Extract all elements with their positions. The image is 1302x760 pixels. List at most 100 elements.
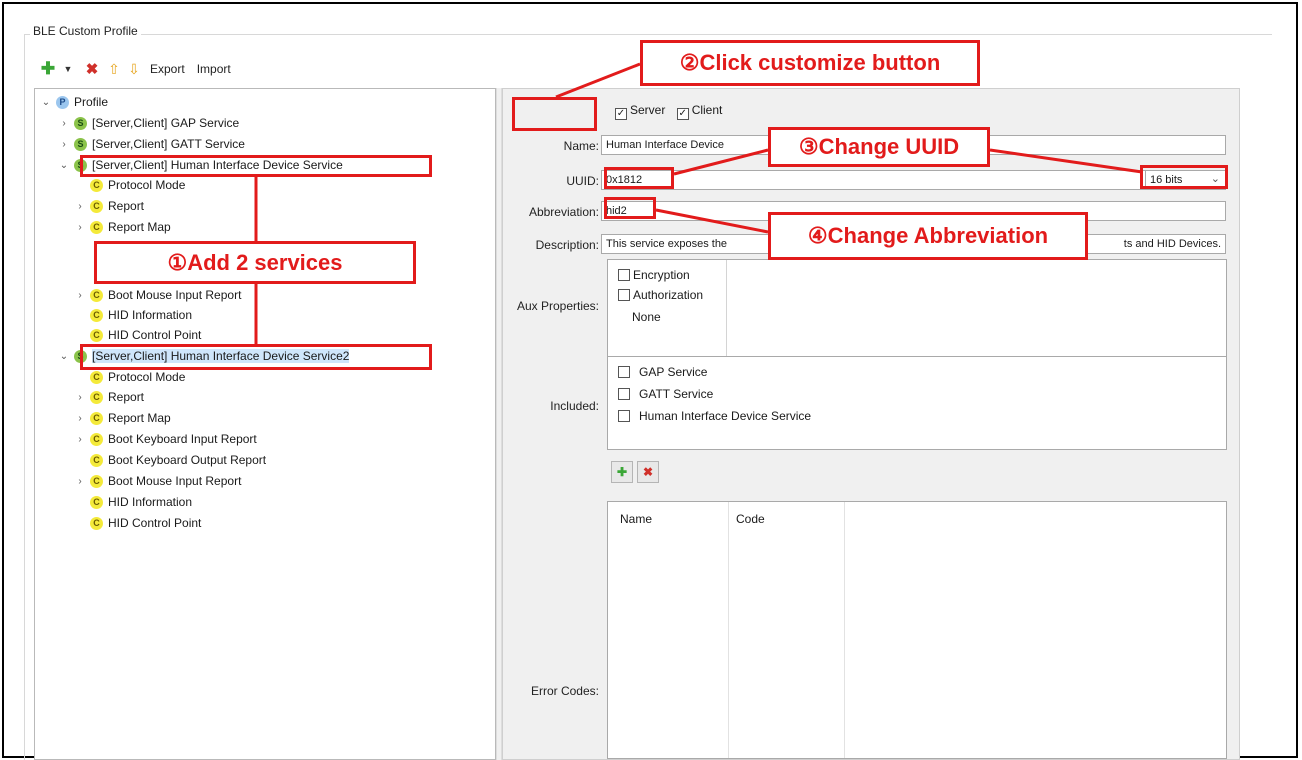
encryption-checkbox[interactable] [618,269,630,281]
authorization-option[interactable]: Authorization [618,288,703,302]
characteristic-badge-icon: C [90,199,103,213]
add-error-code-button[interactable]: ✚ [611,461,633,483]
highlight-uuid-field [604,167,674,189]
tree-node-characteristic[interactable]: › C Boot Keyboard Input Report [73,429,257,449]
characteristic-badge-icon: C [90,370,103,384]
tree-label: Boot Mouse Input Report [108,288,242,302]
arrow-up-icon[interactable]: ⇧ [106,60,122,78]
column-header-code[interactable]: Code [736,512,765,526]
profile-tree[interactable]: ⌄ P Profile › S [Server,Client] GAP Serv… [34,88,496,760]
collapse-icon[interactable]: › [57,139,71,150]
included-item[interactable]: Human Interface Device Service [618,409,811,423]
tree-label: [Server,Client] GATT Service [92,137,245,151]
tree-node-characteristic[interactable]: › C Boot Mouse Input Report [73,471,241,491]
tree-node-gap-service[interactable]: › S [Server,Client] GAP Service [57,113,239,133]
tree-label: Boot Keyboard Output Report [108,453,267,467]
included-checkbox[interactable] [618,366,630,378]
description-text-start: This service exposes the [606,238,728,250]
export-button[interactable]: Export [146,62,189,76]
collapse-icon[interactable]: › [57,118,71,129]
expand-icon[interactable]: ⌄ [57,160,71,171]
characteristic-badge-icon: C [90,328,103,342]
delete-icon[interactable]: ✖ [84,60,100,78]
server-client-checkboxes: ✓ Server ✓ Client [615,103,722,120]
tree-node-characteristic[interactable]: › C Report [73,196,144,216]
tree-label: Protocol Mode [108,370,186,384]
collapse-icon[interactable]: › [73,222,87,233]
expand-icon[interactable]: ⌄ [57,351,71,362]
tree-label: Boot Keyboard Input Report [108,432,257,446]
uuid-field[interactable]: 0x1812 [601,170,1226,190]
arrow-down-icon[interactable]: ⇩ [126,60,142,78]
callout-uuid: ③Change UUID [768,127,990,167]
column-divider [728,502,729,758]
included-item-label: Human Interface Device Service [639,409,812,423]
characteristic-badge-icon: C [90,474,103,488]
server-checkbox[interactable]: ✓ [615,108,627,120]
import-button[interactable]: Import [193,62,235,76]
tree-label: Report Map [108,411,171,425]
characteristic-badge-icon: C [90,516,103,530]
collapse-icon[interactable]: › [73,201,87,212]
tree-label: Boot Mouse Input Report [108,474,242,488]
included-item[interactable]: GATT Service [618,387,713,401]
tree-node-characteristic[interactable]: C HID Control Point [87,325,201,345]
included-checkbox[interactable] [618,388,630,400]
tree-node-characteristic[interactable]: › C Boot Mouse Input Report [73,285,241,305]
tree-label: Report [108,199,145,213]
characteristic-badge-icon: C [90,390,103,404]
tree-node-profile[interactable]: ⌄ P Profile [39,92,108,112]
client-checkbox[interactable]: ✓ [676,108,689,120]
collapse-icon[interactable]: › [73,476,87,487]
included-label: Included: [550,399,599,413]
highlight-hid-service [80,155,432,177]
collapse-icon[interactable]: › [73,290,87,301]
tree-node-characteristic[interactable]: › C Report [73,387,144,407]
group-title: BLE Custom Profile [30,24,141,38]
highlight-uuid-size [1140,165,1228,189]
expand-icon[interactable]: ⌄ [39,97,53,108]
column-header-name[interactable]: Name [620,512,652,526]
tree-node-characteristic[interactable]: C HID Information [87,305,192,325]
service-badge-icon: S [74,116,87,130]
tree-label: [Server,Client] GAP Service [92,116,240,130]
collapse-icon[interactable]: › [73,392,87,403]
tree-node-characteristic[interactable]: › C Report Map [73,408,171,428]
characteristic-badge-icon: C [90,495,103,509]
tree-node-characteristic[interactable]: C Protocol Mode [87,367,185,387]
chevron-down-icon[interactable]: ▼ [60,60,76,78]
tree-label: Report Map [108,220,171,234]
delete-error-code-button[interactable]: ✖ [637,461,659,483]
characteristic-badge-icon: C [90,178,103,192]
callout-add-services: ①Add 2 services [94,241,416,284]
tree-node-characteristic[interactable]: C Boot Keyboard Output Report [87,450,266,470]
included-item-label: GAP Service [639,365,708,379]
profile-badge-icon: P [56,95,69,109]
tree-label: Protocol Mode [108,178,186,192]
characteristic-badge-icon: C [90,308,103,322]
included-item[interactable]: GAP Service [618,365,707,379]
collapse-icon[interactable]: › [73,413,87,424]
aux-none-label: None [632,310,661,324]
collapse-icon[interactable]: › [73,434,87,445]
tree-node-characteristic[interactable]: › C Report Map [73,217,171,237]
plus-icon[interactable]: ✚ [40,59,56,78]
characteristic-badge-icon: C [90,411,103,425]
toolbar: ✚ ▼ ✖ ⇧ ⇩ Export Import [40,58,235,80]
encryption-option[interactable]: Encryption [618,268,690,282]
characteristic-badge-icon: C [90,432,103,446]
description-text-end: ts and HID Devices. [1123,238,1221,250]
error-codes-label: Error Codes: [530,684,599,698]
tree-node-characteristic[interactable]: C HID Control Point [87,513,201,533]
client-label: Client [691,103,723,117]
error-codes-table[interactable]: Name Code [607,501,1227,759]
tree-node-characteristic[interactable]: C HID Information [87,492,192,512]
tree-node-gatt-service[interactable]: › S [Server,Client] GATT Service [57,134,245,154]
tree-node-characteristic[interactable]: C Protocol Mode [87,175,185,195]
authorization-checkbox[interactable] [618,289,630,301]
included-checkbox[interactable] [618,410,630,422]
aux-properties-label: Aux Properties: [516,299,599,313]
highlight-hid-service2 [80,344,432,370]
included-item-label: GATT Service [639,387,714,401]
server-label: Server [630,103,666,117]
